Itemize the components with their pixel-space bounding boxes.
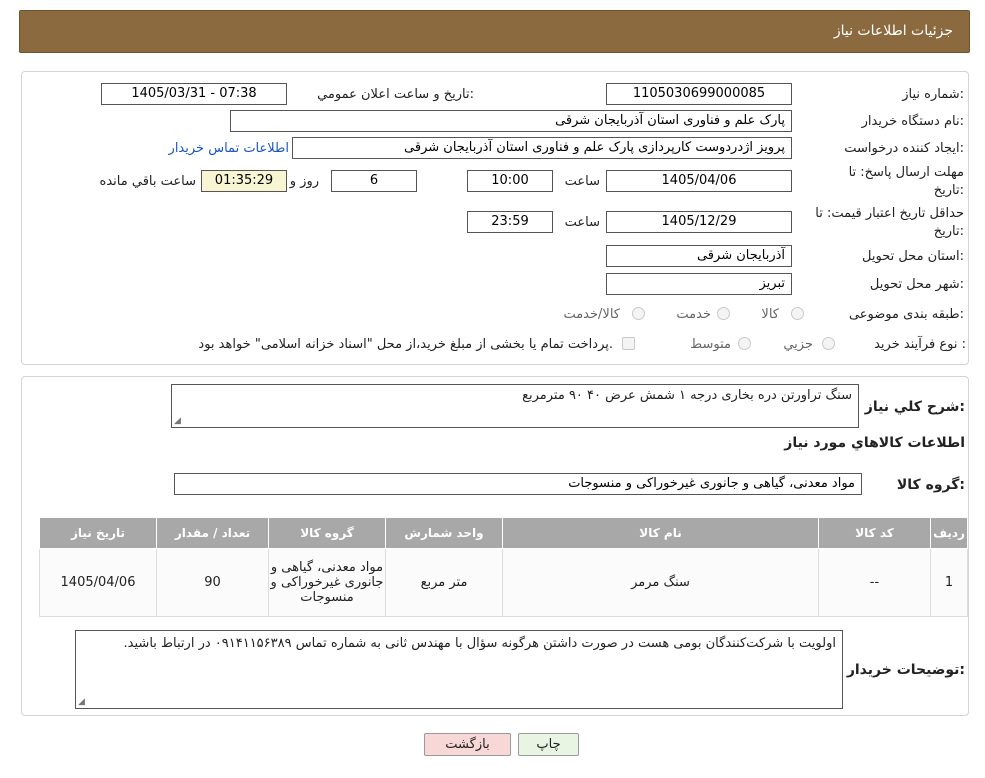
process-label: نوع فرآیند خرید : xyxy=(874,337,966,352)
description-textarea[interactable]: سنگ تراورتن دره بخاری درجه ۱ شمش عرض ۴۰ … xyxy=(171,384,859,428)
deadline-label-2: تاریخ: xyxy=(933,183,964,198)
category-radio-service[interactable] xyxy=(717,307,730,320)
goods-group-field: مواد معدنی، گیاهی و جانوری غیرخوراکی و م… xyxy=(174,473,862,495)
city-label: شهر محل تحویل: xyxy=(869,277,964,292)
treasury-payment-checkbox[interactable] xyxy=(622,337,635,350)
need-number-field: 1105030699000085 xyxy=(606,83,792,105)
col-header-goods-group: گروه کالا xyxy=(268,517,386,549)
city-field: تبریز xyxy=(606,273,792,295)
buyer-notes-text: اولویت با شرکت‌کنندگان بومی هست در صورت … xyxy=(123,636,836,651)
deadline-time-label: ساعت xyxy=(564,174,600,189)
col-header-quantity: تعداد / مقدار xyxy=(156,517,269,549)
category-radio-goods-service[interactable] xyxy=(632,307,645,320)
validity-time-label: ساعت xyxy=(564,215,600,230)
col-header-goods-code: کد کالا xyxy=(818,517,931,549)
creator-field: پرویز اژدردوست کارپردازی پارک علم و فناو… xyxy=(292,137,792,159)
description-label: شرح کلي نیاز: xyxy=(864,399,965,415)
buyer-notes-label: توضیحات خریدار: xyxy=(846,662,965,678)
cell-goods-code: -- xyxy=(818,548,931,617)
category-label: طبقه بندی موضوعی: xyxy=(848,307,964,322)
process-option-minor: جزیي xyxy=(783,337,813,352)
cell-quantity: 90 xyxy=(156,548,269,617)
page-header: جزئیات اطلاعات نیاز xyxy=(19,10,970,53)
deadline-date-field: 1405/04/06 xyxy=(606,170,792,192)
deadline-label-1: مهلت ارسال پاسخ: تا xyxy=(848,165,964,180)
province-field: آذربایجان شرقی xyxy=(606,245,792,267)
category-option-goods: کالا xyxy=(761,307,779,322)
need-number-label: شماره نیاز: xyxy=(902,87,964,102)
province-label: استان محل تحویل: xyxy=(862,249,964,264)
days-field: 6 xyxy=(331,170,417,192)
page-title: جزئیات اطلاعات نیاز xyxy=(833,23,953,39)
category-option-service: خدمت xyxy=(676,307,711,322)
treasury-payment-note: پرداخت تمام یا بخشی از مبلغ خرید،از محل … xyxy=(198,337,613,352)
goods-table: ردیف کد کالا نام کالا واحد شمارش گروه کا… xyxy=(39,517,968,617)
announce-datetime-field: 1405/03/31 - 07:38 xyxy=(101,83,287,105)
buyer-notes-textarea[interactable]: اولویت با شرکت‌کنندگان بومی هست در صورت … xyxy=(75,630,843,709)
process-radio-medium[interactable] xyxy=(738,337,751,350)
cell-goods-name: سنگ مرمر xyxy=(502,548,819,617)
validity-date-field: 1405/12/29 xyxy=(606,211,792,233)
resize-handle-icon[interactable]: ◢ xyxy=(78,698,85,707)
validity-label-1: حداقل تاریخ اعتبار قیمت: تا xyxy=(815,206,964,221)
days-label: روز و xyxy=(289,174,319,189)
cell-need-date: 1405/04/06 xyxy=(39,548,157,617)
cell-row-number: 1 xyxy=(930,548,968,617)
creator-label: ایجاد کننده درخواست: xyxy=(844,141,964,156)
buyer-contact-link[interactable]: اطلاعات تماس خریدار xyxy=(169,141,289,156)
back-button[interactable]: بازگشت xyxy=(424,733,511,756)
validity-label-2: تاریخ: xyxy=(933,224,964,239)
deadline-time-field: 10:00 xyxy=(467,170,553,192)
category-radio-goods[interactable] xyxy=(791,307,804,320)
col-header-row-number: ردیف xyxy=(930,517,968,549)
col-header-unit: واحد شمارش xyxy=(385,517,503,549)
buyer-org-label: نام دستگاه خریدار: xyxy=(861,114,964,129)
remaining-label: ساعت باقي مانده xyxy=(99,174,196,189)
announce-label: تاریخ و ساعت اعلان عمومي: xyxy=(317,87,474,102)
cell-unit: متر مربع xyxy=(385,548,503,617)
process-option-medium: متوسط xyxy=(690,337,731,352)
cell-goods-group: مواد معدنی، گیاهی و جانوری غیرخوراکی و م… xyxy=(268,548,386,617)
validity-time-field: 23:59 xyxy=(467,211,553,233)
remaining-time-field: 01:35:29 xyxy=(201,170,287,192)
resize-handle-icon[interactable]: ◢ xyxy=(174,417,181,426)
goods-info-title: اطلاعات کالاهاي مورد نیاز xyxy=(784,435,965,451)
process-radio-minor[interactable] xyxy=(822,337,835,350)
description-text: سنگ تراورتن دره بخاری درجه ۱ شمش عرض ۴۰ … xyxy=(522,388,852,403)
category-option-goods-service: کالا/خدمت xyxy=(563,307,620,322)
col-header-need-date: تاریخ نیاز xyxy=(39,517,157,549)
table-row: 1 -- سنگ مرمر متر مربع مواد معدنی، گیاهی… xyxy=(39,548,968,617)
goods-group-label: گروه کالا: xyxy=(896,477,965,493)
col-header-goods-name: نام کالا xyxy=(502,517,819,549)
buyer-org-field: پارک علم و فناوری استان آذربایجان شرقی xyxy=(230,110,792,132)
print-button[interactable]: چاپ xyxy=(518,733,579,756)
table-header-row: ردیف کد کالا نام کالا واحد شمارش گروه کا… xyxy=(39,517,968,549)
